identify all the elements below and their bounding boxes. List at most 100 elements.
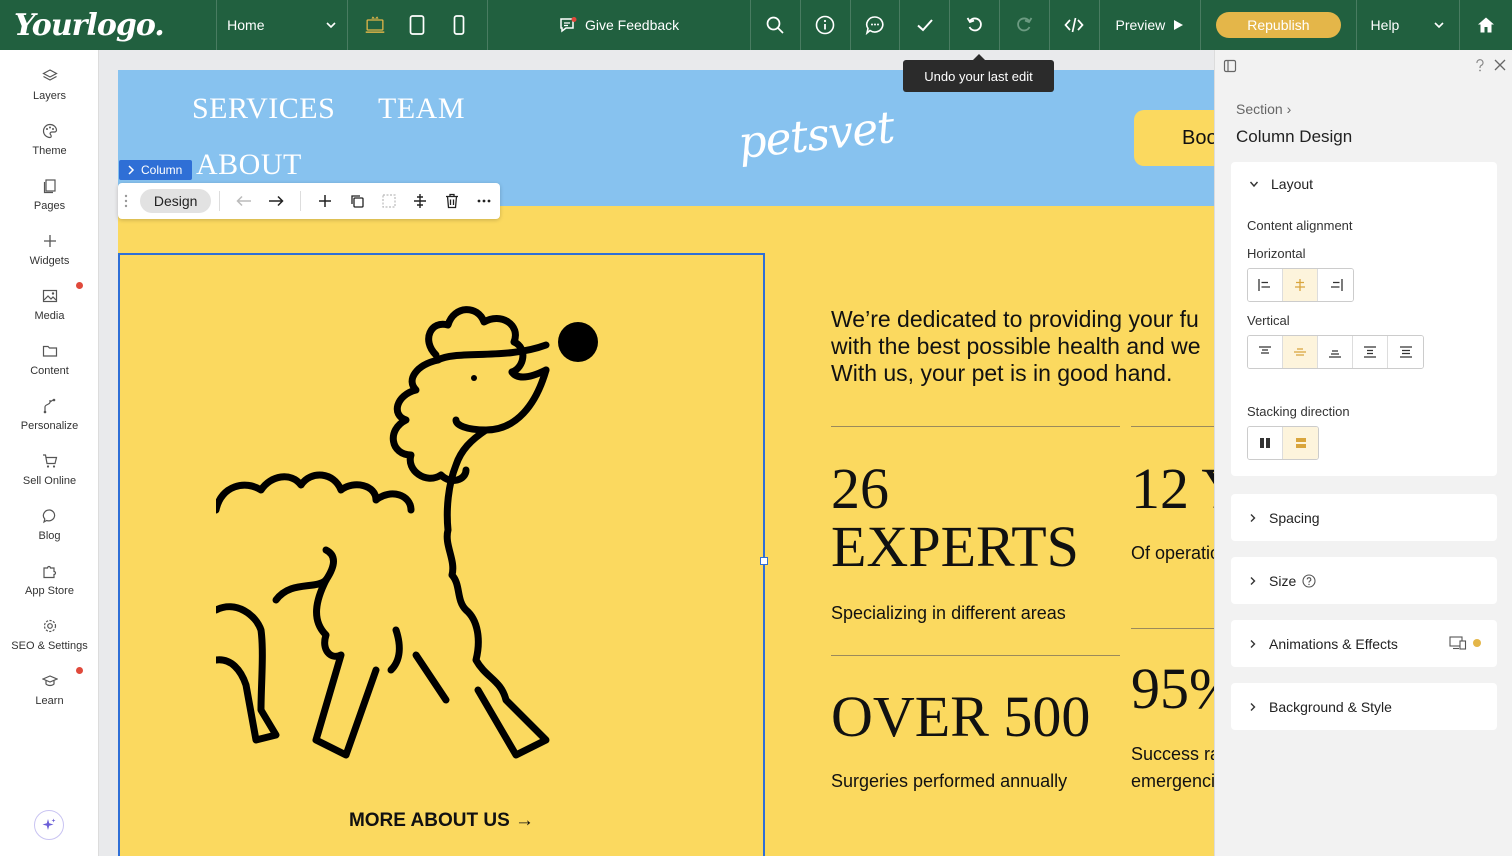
stat-number[interactable]: OVER 500 [831, 688, 1090, 746]
align-bottom-icon [1329, 350, 1341, 358]
more-actions-button[interactable] [468, 199, 500, 203]
nav-about[interactable]: ABOUT [196, 148, 302, 182]
stat-number[interactable]: 95% [1131, 660, 1214, 718]
background-style-card[interactable]: Background & Style [1231, 683, 1497, 730]
rows-icon [1295, 438, 1306, 448]
layout-header[interactable]: Layout [1249, 176, 1313, 192]
sidebar-item-label: Pages [33, 200, 66, 212]
spacing-title: Spacing [1269, 509, 1320, 526]
background-header: Background & Style [1249, 683, 1392, 730]
stat-number[interactable]: 12 Y [1131, 460, 1214, 518]
divider [1131, 426, 1214, 427]
sidebar-item-label: Theme [32, 145, 67, 157]
sidebar-item-app-store[interactable]: App Store [0, 557, 99, 607]
republish-button[interactable]: Republish [1215, 12, 1341, 38]
spacing-header: Spacing [1249, 494, 1320, 541]
selected-column[interactable]: MORE ABOUT US → [118, 253, 768, 856]
sidebar-item-label: Content [30, 365, 69, 377]
sidebar-item-sell-online[interactable]: Sell Online [0, 447, 99, 497]
delete-button[interactable] [436, 193, 468, 209]
editor-canvas[interactable]: SERVICES TEAM ABOUT petsvet Boo MORE ABO… [99, 50, 1214, 856]
sidebar-item-media[interactable]: Media [0, 282, 99, 332]
sidebar-item-pages[interactable]: Pages [0, 172, 99, 222]
align-bottom-button[interactable] [1318, 336, 1353, 368]
stat-description-line: Success ra [1131, 744, 1214, 764]
move-left-button[interactable] [228, 195, 260, 207]
distribute-button[interactable] [405, 193, 437, 209]
align-right-button[interactable] [1318, 269, 1353, 301]
mobile-view-button[interactable] [449, 14, 469, 36]
animations-effects-card[interactable]: Animations & Effects [1231, 620, 1497, 667]
comment-icon [865, 16, 884, 35]
align-middle-button[interactable] [1283, 336, 1318, 368]
search-button[interactable] [751, 0, 801, 50]
sidebar-item-learn[interactable]: Learn [0, 667, 99, 717]
stack-horizontal-button[interactable] [1248, 427, 1283, 459]
undo-button[interactable] [950, 0, 1001, 50]
redo-button[interactable] [1000, 0, 1050, 50]
design-button[interactable]: Design [139, 189, 212, 213]
grid-button[interactable] [373, 194, 405, 208]
help-icon[interactable] [1475, 59, 1485, 73]
give-feedback-button[interactable]: Give Feedback [488, 0, 752, 50]
sidebar-item-widgets[interactable]: Widgets [0, 227, 99, 277]
book-button[interactable]: Boo [1134, 110, 1214, 166]
stat-description[interactable]: Surgeries performed annually [831, 768, 1067, 795]
sidebar-item-blog[interactable]: Blog [0, 502, 99, 552]
intro-text[interactable]: We’re dedicated to providing your fu wit… [831, 306, 1214, 387]
space-around-button[interactable] [1388, 336, 1423, 368]
align-top-button[interactable] [1248, 336, 1283, 368]
sidebar-item-personalize[interactable]: Personalize [0, 392, 99, 442]
sidebar-item-layers[interactable]: Layers [0, 62, 99, 112]
drag-handle-icon [124, 194, 128, 208]
breadcrumb[interactable]: Section › [1236, 101, 1291, 117]
spacing-card[interactable]: Spacing [1231, 494, 1497, 541]
toolbar-divider [300, 191, 302, 211]
space-between-button[interactable] [1353, 336, 1388, 368]
more-about-us-link[interactable]: MORE ABOUT US → [120, 810, 763, 832]
preview-button[interactable]: Preview [1100, 0, 1202, 50]
info-button[interactable] [801, 0, 851, 50]
column-selection-tag[interactable]: Column [119, 160, 193, 180]
sidebar-item-label: Blog [38, 530, 61, 542]
ai-assistant-button[interactable] [34, 810, 64, 840]
stat-description[interactable]: Specializing in different areas [831, 600, 1066, 627]
add-button[interactable] [309, 194, 341, 208]
checklist-button[interactable] [900, 0, 951, 50]
dev-mode-button[interactable] [1050, 0, 1100, 50]
help-menu[interactable]: Help [1357, 0, 1461, 50]
logo[interactable]: Yourlogo. [0, 0, 218, 50]
stack-vertical-button[interactable] [1283, 427, 1318, 459]
more-icon [477, 199, 491, 203]
align-left-button[interactable] [1248, 269, 1283, 301]
nav-team[interactable]: TEAM [378, 92, 465, 126]
size-header: Size [1249, 557, 1316, 604]
notification-dot [76, 667, 83, 674]
move-right-button[interactable] [260, 195, 292, 207]
page-selector[interactable]: Home [217, 0, 348, 50]
feedback-icon [560, 17, 577, 33]
desktop-view-button[interactable] [365, 14, 385, 36]
duplicate-button[interactable] [341, 194, 373, 208]
sidebar-item-content[interactable]: Content [0, 337, 99, 387]
sidebar-item-theme[interactable]: Theme [0, 117, 99, 167]
stat-description[interactable]: Of operatio [1131, 540, 1214, 567]
tablet-view-button[interactable] [407, 14, 427, 36]
dashboard-home-button[interactable] [1460, 0, 1512, 50]
sidebar-item-seo-settings[interactable]: SEO & Settings [0, 612, 99, 662]
nav-services[interactable]: SERVICES [192, 92, 335, 126]
resize-handle[interactable] [760, 557, 768, 565]
panel-dock-icon[interactable] [1223, 59, 1237, 73]
device-switcher [348, 0, 489, 50]
comments-button[interactable] [851, 0, 901, 50]
panel-title: Column Design [1236, 127, 1353, 146]
align-center-button[interactable] [1283, 269, 1318, 301]
site-brand-logo[interactable]: petsvet [736, 102, 897, 169]
stat-number[interactable]: 26 EXPERTS [831, 460, 1079, 576]
sidebar-item-label: Learn [35, 695, 64, 707]
size-card[interactable]: Size [1231, 557, 1497, 604]
drag-handle[interactable] [118, 194, 134, 208]
close-icon[interactable] [1494, 59, 1506, 71]
help-circle-icon[interactable] [1302, 573, 1316, 588]
stat-description[interactable]: Success ra emergenci [1131, 741, 1214, 795]
